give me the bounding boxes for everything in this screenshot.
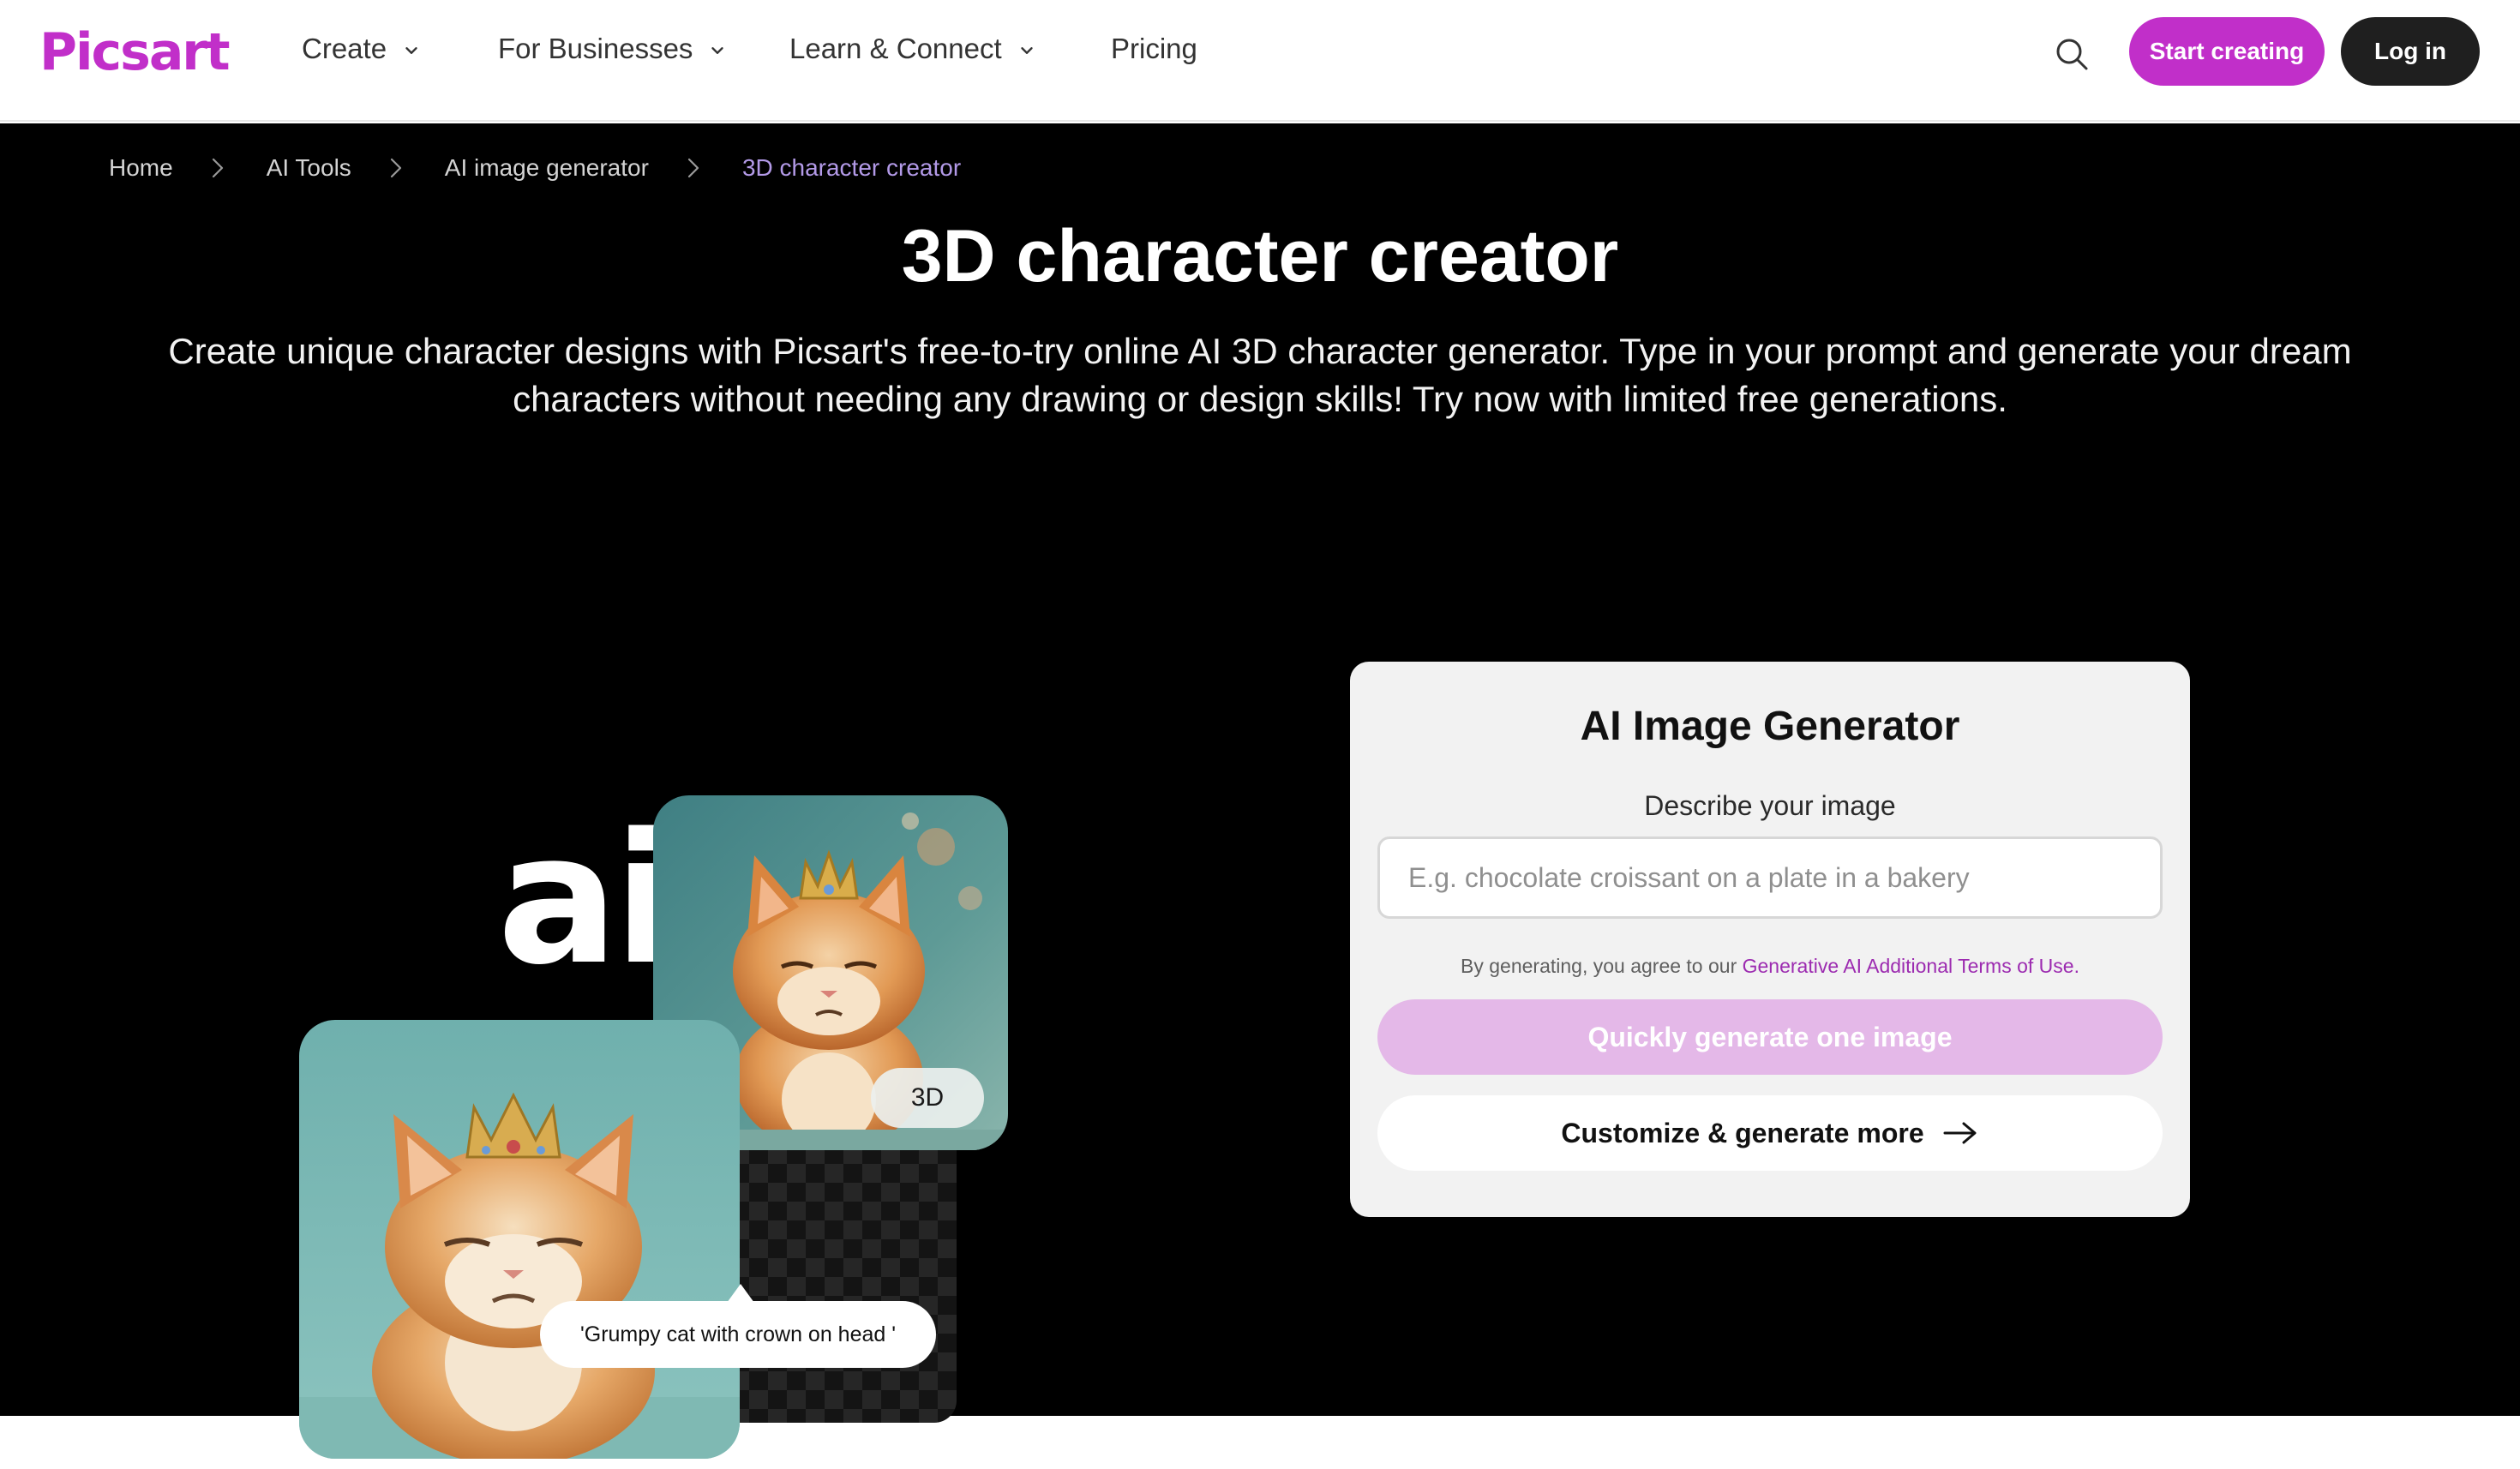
ai-logo-text: ai (497, 809, 670, 972)
picsart-logo[interactable]: Picsart (39, 22, 231, 82)
chevron-right-icon (212, 158, 223, 178)
breadcrumb-current: 3D character creator (741, 154, 962, 181)
nav-pricing-label: Pricing (1111, 33, 1197, 64)
terms-notice: By generating, you agree to our Generati… (1350, 955, 2190, 978)
chevron-down-icon (1020, 47, 1033, 54)
nav-learn-connect[interactable]: Learn & Connect (789, 33, 1036, 65)
3d-badge: 3D (871, 1068, 984, 1128)
page-title: 3D character creator (901, 215, 1619, 297)
hero-illustration: ai 3D 'Grumpy cat with crown on head ' (291, 663, 1029, 1469)
chevron-down-icon (711, 47, 724, 54)
start-creating-button[interactable]: Start creating (2129, 17, 2325, 86)
prompt-example-bubble: 'Grumpy cat with crown on head ' (540, 1301, 936, 1368)
chevron-right-icon (390, 158, 401, 178)
generator-title: AI Image Generator (1580, 704, 1960, 749)
nav-create[interactable]: Create (302, 33, 421, 65)
ai-image-generator-panel: AI Image Generator Describe your image B… (1350, 662, 2190, 1217)
breadcrumb-ai-image-generator[interactable]: AI image generator (445, 154, 649, 182)
breadcrumb-ai-tools[interactable]: AI Tools (267, 154, 351, 182)
arrow-right-icon (1943, 1122, 1977, 1144)
nav-for-businesses-label: For Businesses (498, 33, 693, 64)
transparent-background-preview (711, 1126, 957, 1423)
prompt-input[interactable] (1377, 836, 2163, 919)
hero-section: Home AI Tools AI image generator 3D char… (0, 123, 2520, 1459)
breadcrumb-home[interactable]: Home (109, 154, 173, 182)
top-navbar: Picsart Create For Businesses Learn & Co… (0, 0, 2520, 122)
quick-generate-button[interactable]: Quickly generate one image (1377, 999, 2163, 1075)
nav-for-businesses[interactable]: For Businesses (498, 33, 727, 65)
nav-pricing[interactable]: Pricing (1111, 33, 1197, 65)
describe-image-label: Describe your image (1644, 790, 1896, 821)
prompt-bubble-tip (727, 1284, 754, 1303)
page-description: Create unique character designs with Pic… (168, 331, 2352, 419)
breadcrumb: Home AI Tools AI image generator 3D char… (109, 154, 961, 182)
chevron-right-icon (687, 158, 699, 178)
customize-generate-button[interactable]: Customize & generate more (1377, 1095, 2163, 1171)
cat-photo-image (299, 1020, 740, 1459)
nav-learn-connect-label: Learn & Connect (789, 33, 1002, 64)
search-icon[interactable] (2052, 34, 2091, 74)
log-in-button[interactable]: Log in (2341, 17, 2480, 86)
chevron-down-icon (405, 47, 417, 54)
nav-create-label: Create (302, 33, 387, 64)
terms-link[interactable]: Generative AI Additional Terms of Use. (1743, 955, 2079, 977)
terms-prefix: By generating, you agree to our (1461, 955, 1737, 977)
customize-generate-label: Customize & generate more (1561, 1117, 1924, 1148)
